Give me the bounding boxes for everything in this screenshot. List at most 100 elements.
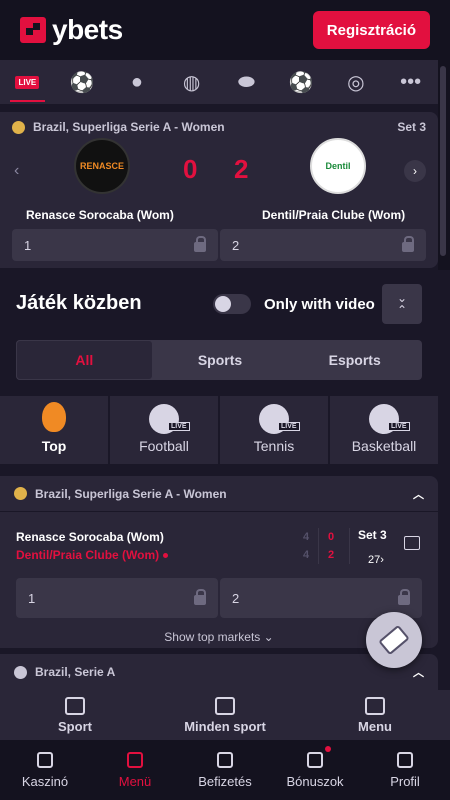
- only-video-toggle[interactable]: [213, 294, 251, 314]
- featured-league-name: Brazil, Superliga Serie A - Women: [33, 120, 225, 134]
- league-name: Brazil, Serie A: [35, 665, 116, 679]
- match-set-label: Set 3: [358, 528, 387, 542]
- tab-all[interactable]: All: [16, 340, 153, 380]
- register-button[interactable]: Regisztráció: [312, 11, 430, 49]
- odd-away-button[interactable]: 2: [220, 229, 426, 261]
- filter-tabs: All Sports Esports: [16, 340, 422, 380]
- chevron-left-icon[interactable]: ‹: [14, 162, 19, 180]
- nav-casino[interactable]: Kaszinó: [0, 740, 90, 800]
- basketball-icon: ◍: [182, 71, 201, 94]
- home-points: 0: [328, 531, 335, 543]
- nav-deposit[interactable]: Befizetés: [180, 740, 270, 800]
- lock-icon: [194, 236, 206, 252]
- futsal-tab[interactable]: ⚽: [274, 60, 329, 104]
- subnav-menu[interactable]: Menu: [300, 690, 450, 740]
- more-markets-count: 27: [368, 554, 381, 566]
- show-top-text: Show top markets: [164, 630, 261, 644]
- nav-profile[interactable]: Profil: [360, 740, 450, 800]
- away-score: 2: [234, 154, 249, 184]
- featured-set-label: Set 3: [397, 120, 426, 134]
- league-header[interactable]: Brazil, Superliga Serie A - Women ︿: [0, 476, 438, 512]
- in-play-title: Játék közben: [16, 292, 142, 314]
- wallet-icon: [217, 751, 233, 768]
- tab-esports[interactable]: Esports: [287, 340, 422, 380]
- menu-search-icon: [127, 751, 143, 768]
- profile-icon: [397, 751, 413, 768]
- trophy-icon: [65, 696, 85, 715]
- football-icon: ⚽: [69, 71, 95, 94]
- collapse-button[interactable]: ⌄ ⌃: [382, 284, 422, 324]
- bottom-nav: Kaszinó Menü Befizetés Bónuszok Profil: [0, 740, 450, 800]
- futsal-icon: ⚽: [288, 71, 314, 94]
- chevron-up-icon[interactable]: ︿: [413, 486, 424, 502]
- more-tab[interactable]: •••: [383, 60, 438, 104]
- chevron-down-icon: ⌄: [263, 630, 274, 644]
- divider: [349, 528, 350, 564]
- nav-label: Befizetés: [198, 773, 252, 789]
- logo-text: ybets: [52, 14, 123, 45]
- odd-home-button[interactable]: 1: [12, 229, 218, 261]
- away-team-name: Dentil/Praia Clube (Wom): [262, 208, 406, 222]
- stats-icon[interactable]: [404, 536, 420, 550]
- home-games: 4: [303, 531, 310, 543]
- category-label: Tennis: [253, 438, 295, 454]
- home-score: 0: [183, 154, 198, 184]
- category-tennis[interactable]: LIVE Tennis: [220, 396, 328, 464]
- only-video-label: Only with video: [264, 296, 375, 313]
- away-team-logo: Dentil: [310, 138, 366, 194]
- nav-bonuses[interactable]: Bónuszok: [270, 740, 360, 800]
- match-away-team[interactable]: Dentil/Praia Clube (Wom): [16, 548, 169, 562]
- category-football[interactable]: LIVE Football: [110, 396, 218, 464]
- live-tab[interactable]: LIVE: [0, 60, 55, 104]
- menu-icon: [365, 696, 385, 715]
- volleyball-icon: [14, 487, 27, 500]
- list-icon: [215, 696, 235, 715]
- featured-match-card[interactable]: Brazil, Superliga Serie A - Women Set 3 …: [0, 112, 438, 268]
- subnav-all-sports[interactable]: Minden sport: [150, 690, 300, 740]
- tennis-tab[interactable]: ●: [110, 60, 165, 104]
- ybets-logo[interactable]: ybets: [20, 14, 123, 46]
- divider: [318, 528, 319, 564]
- category-label: Top: [41, 438, 67, 454]
- match-home-team[interactable]: Renasce Sorocaba (Wom): [16, 530, 164, 544]
- odd-label: 1: [28, 590, 36, 606]
- live-badge: LIVE: [388, 422, 410, 431]
- football-tab[interactable]: ⚽: [55, 60, 110, 104]
- logo-mark-icon: [20, 17, 46, 43]
- more-markets-link[interactable]: 27›: [368, 554, 384, 566]
- featured-odds-row: 1 2: [12, 229, 426, 261]
- chevron-right-icon[interactable]: ›: [404, 160, 426, 182]
- subnav-sport[interactable]: Sport: [0, 690, 150, 740]
- nav-label: Profil: [390, 773, 420, 789]
- tennis-icon: ●: [130, 70, 143, 93]
- volleyball-icon: [12, 120, 25, 134]
- volleyball-icon: ◎: [347, 71, 365, 94]
- basketball-tab[interactable]: ◍: [164, 60, 219, 104]
- odd-label: 2: [232, 590, 240, 606]
- home-icon: [37, 751, 53, 768]
- category-top[interactable]: Top: [0, 396, 108, 464]
- chevron-up-icon[interactable]: ︿: [413, 664, 424, 680]
- bet-slip-button[interactable]: [366, 612, 422, 668]
- flame-icon: [42, 402, 66, 432]
- nav-menu[interactable]: Menü: [90, 740, 180, 800]
- league-header-2[interactable]: Brazil, Serie A ︿: [0, 654, 438, 690]
- ice-hockey-tab[interactable]: ⬬: [219, 60, 274, 104]
- more-icon: •••: [400, 70, 422, 93]
- vertical-scrollbar[interactable]: [438, 60, 450, 270]
- odd-home-button[interactable]: 1: [16, 578, 218, 618]
- notification-dot: [325, 746, 331, 752]
- nav-label: Menü: [118, 773, 152, 789]
- home-team-name: Renasce Sorocaba (Wom): [26, 208, 174, 222]
- away-logo-text: Dentil: [325, 161, 351, 171]
- sport-categories: Top LIVE Football LIVE Tennis LIVE Baske…: [0, 396, 438, 464]
- league-name: Brazil, Superliga Serie A - Women: [35, 486, 227, 501]
- away-points: 2: [328, 549, 335, 561]
- category-basketball[interactable]: LIVE Basketball: [330, 396, 438, 464]
- live-icon: LIVE: [15, 75, 40, 89]
- live-badge: LIVE: [278, 422, 300, 431]
- tab-sports[interactable]: Sports: [153, 340, 288, 380]
- football-icon: [14, 665, 27, 679]
- category-label: Football: [139, 438, 189, 454]
- volleyball-tab[interactable]: ◎: [329, 60, 384, 104]
